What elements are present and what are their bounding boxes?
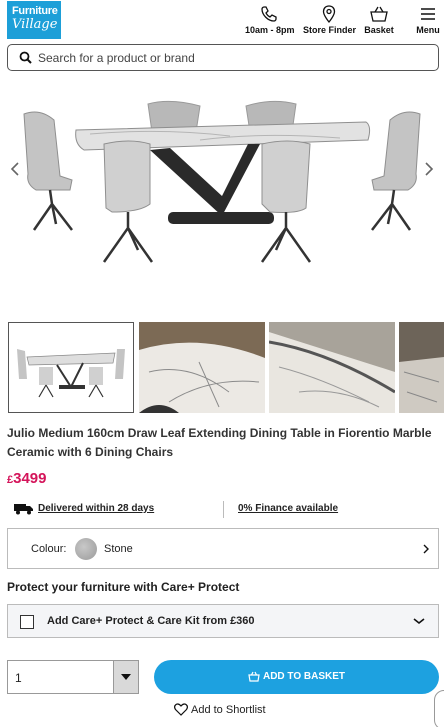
- delivery-truck-icon: [14, 504, 33, 515]
- phone-hours-link[interactable]: 10am - 8pm: [245, 4, 295, 35]
- menu-button[interactable]: Menu: [414, 4, 442, 35]
- quantity-dropdown-button[interactable]: [113, 661, 138, 693]
- caret-down-icon: [121, 674, 131, 680]
- thumbnail-2[interactable]: [139, 322, 265, 413]
- care-protect-option[interactable]: Add Care+ Protect & Care Kit from £360: [7, 604, 439, 638]
- search-icon: [19, 51, 32, 64]
- shortlist-label: Add to Shortlist: [191, 704, 266, 716]
- thumbnail-dining-set-icon: [9, 323, 133, 412]
- search-bar: [7, 44, 439, 71]
- previous-image-arrow-icon[interactable]: [7, 159, 25, 179]
- colour-value: Stone: [104, 543, 133, 555]
- thumbnail-marble-closeup-icon: [139, 322, 265, 413]
- chevron-down-icon[interactable]: [412, 617, 426, 626]
- search-input[interactable]: [38, 48, 428, 67]
- quantity-value: 1: [15, 671, 22, 685]
- basket-link[interactable]: Basket: [362, 4, 396, 35]
- thumbnail-1[interactable]: [8, 322, 134, 413]
- menu-label: Menu: [416, 25, 440, 35]
- thumbnail-4[interactable]: [399, 322, 444, 413]
- finance-link[interactable]: 0% Finance available: [238, 503, 338, 514]
- colour-selector[interactable]: Colour: Stone: [7, 528, 439, 569]
- side-tab[interactable]: [434, 690, 444, 727]
- location-pin-icon: [322, 5, 336, 24]
- price-value: 3499: [13, 470, 47, 487]
- care-protect-checkbox[interactable]: [20, 615, 34, 629]
- furniture-village-logo[interactable]: Furniture Village: [7, 1, 61, 39]
- thumbnail-marble-edge-icon: [269, 322, 395, 413]
- colour-swatch: [75, 538, 97, 560]
- divider: [223, 501, 224, 518]
- heart-icon: [174, 703, 188, 716]
- chevron-right-icon: [423, 544, 429, 554]
- logo-line-2: Village: [12, 17, 58, 32]
- colour-label: Colour:: [31, 543, 67, 555]
- add-to-basket-button[interactable]: ADD TO BASKET: [154, 660, 439, 694]
- product-hero-image: [0, 84, 444, 304]
- product-price: £3499: [7, 470, 47, 487]
- logo-line-1: Furniture: [12, 5, 58, 17]
- quantity-select[interactable]: 1: [7, 660, 139, 694]
- phone-icon: [261, 6, 277, 22]
- store-finder-link[interactable]: Store Finder: [303, 4, 357, 35]
- dining-set-illustration: [23, 100, 421, 263]
- care-protect-label: Add Care+ Protect & Care Kit from £360: [47, 615, 255, 627]
- thumbnail-3[interactable]: [269, 322, 395, 413]
- basket-icon: [370, 6, 388, 22]
- basket-label: Basket: [364, 25, 394, 35]
- hamburger-menu-icon: [421, 8, 435, 20]
- thumbnail-strip: [8, 322, 444, 414]
- care-protect-heading: Protect your furniture with Care+ Protec…: [7, 580, 240, 594]
- delivery-link[interactable]: Delivered within 28 days: [38, 503, 154, 514]
- site-header: Furniture Village 10am - 8pm Store Finde…: [0, 0, 444, 42]
- add-to-basket-label: ADD TO BASKET: [262, 671, 346, 682]
- next-image-arrow-icon[interactable]: [419, 159, 437, 179]
- store-finder-label: Store Finder: [303, 25, 357, 35]
- basket-icon: [248, 671, 260, 682]
- hours-label: 10am - 8pm: [245, 25, 295, 35]
- thumbnail-room-icon: [399, 322, 444, 413]
- product-title: Julio Medium 160cm Draw Leaf Extending D…: [7, 426, 432, 459]
